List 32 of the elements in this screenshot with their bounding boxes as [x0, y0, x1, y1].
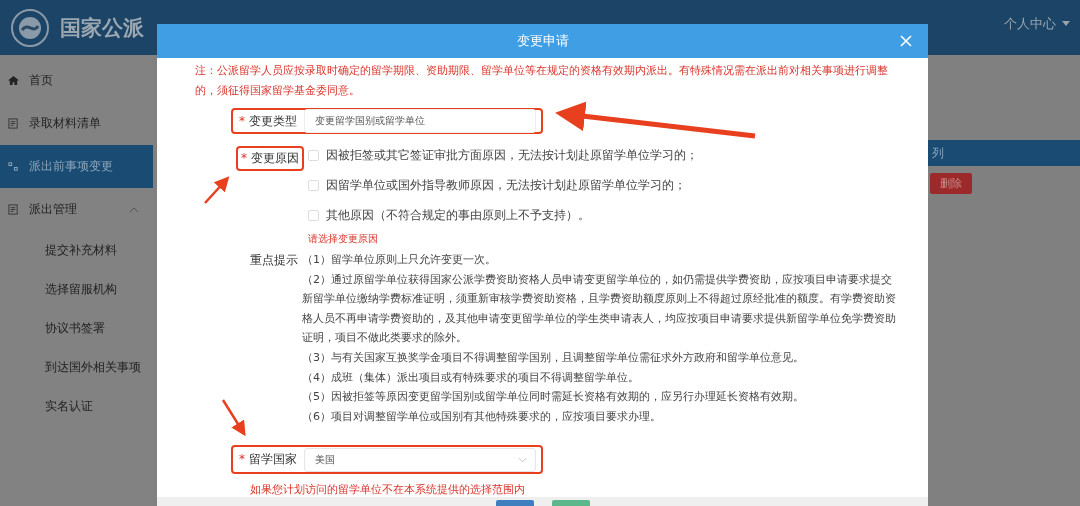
field-label: * 变更原因 [236, 146, 304, 171]
country-select[interactable]: 美国 [304, 447, 536, 472]
field-label: * 变更类型 [239, 112, 298, 130]
sidebar-subitem[interactable]: 提交补充材料 [0, 231, 153, 270]
hint-text: 如果您计划访问的留学单位不在本系统提供的选择范围内 [250, 482, 526, 497]
tip-text: （3）与有关国家互换奖学金项目不得调整留学国别，且调整留学单位需征求外方政府和留学单位意见。 [302, 349, 806, 366]
change-type-field[interactable]: 变更留学国别或留学单位 [304, 109, 536, 133]
checkbox-label: 因留学单位或国外指导教师原因，无法按计划赴原留学单位学习的； [325, 177, 686, 193]
sidebar-item[interactable]: 首页 [0, 59, 153, 102]
notice-text: 注：公派留学人员应按录取时确定的留学期限、资助期限、留学单位等在规定的资格有效期内派出。有特殊情况需在派出前对相关事项进行调整的，须征得国家留学基金委同意。 [195, 62, 889, 99]
tip-text: （4）成班（集体）派出项目或有特殊要求的项目不得调整留学单位。 [302, 369, 641, 386]
field-label: * 留学国家 [239, 451, 298, 469]
dialog-title: 变更申请 [516, 32, 569, 50]
sidebar-subitem[interactable]: 选择留服机构 [0, 270, 153, 309]
checkbox-label: 因被拒签或其它签证审批方面原因，无法按计划赴原留学单位学习的； [325, 147, 698, 163]
sidebar-subitem[interactable]: 到达国外相关事项 [0, 348, 153, 387]
sidebar-subitem[interactable]: 协议书签署 [0, 309, 153, 348]
sidebar-item[interactable]: 派出前事项变更 [0, 145, 153, 188]
tip-text: （6）项目对调整留学单位或国别有其他特殊要求的，应按项目要求办理。 [302, 408, 663, 425]
tips-label: 重点提示 [250, 252, 299, 269]
sidebar-item[interactable]: 录取材料清单 [0, 102, 153, 145]
delete-button[interactable]: 删除 [930, 173, 972, 194]
user-menu[interactable]: 个人中心 [1004, 14, 1070, 33]
tip-text: （2）通过原留学单位获得国家公派学费资助资格人员申请变更留学单位的，如仍需提供学费资助，应按项目申请要求提交新留学单位缴纳学费标准证明，须重新审核学费资助资格，且学费资助额度原则上不得超过原经批准的额度。有学费资助资格人员不再申请学费资助的，及其他申请变更留学单位的学生类申请表人，均应按项目申请要求提供新留学单位免学费资助证明，项目不做此类要求的除外。 [302, 271, 897, 347]
tip-text: （1）留学单位原则上只允许变更一次。 [302, 252, 498, 268]
table-header: 列 [928, 140, 1080, 166]
platform-title: 国家公派 [60, 14, 144, 42]
tip-text: （5）因被拒签等原因变更留学国别或留学单位同时需延长资格有效期的，应另行办理延长资格有效期。 [302, 389, 806, 406]
sidebar-item[interactable]: 派出管理 [0, 188, 153, 231]
sidebar-subitem[interactable]: 实名认证 [0, 387, 153, 426]
checkbox-label: 其他原因（不符合规定的事由原则上不予支持）。 [325, 207, 590, 223]
error-text: 请选择变更原因 [307, 232, 379, 246]
